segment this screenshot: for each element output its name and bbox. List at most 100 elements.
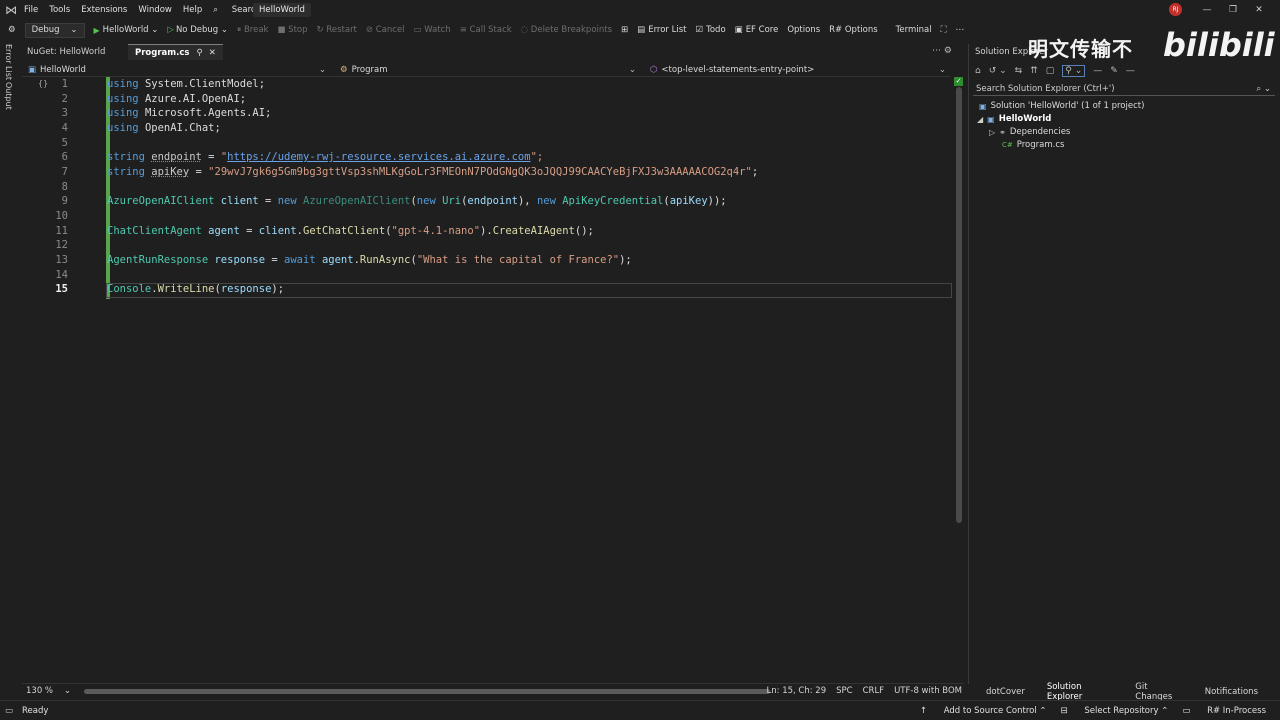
code-line: using Microsoft.Agents.AI; xyxy=(107,107,271,119)
menu-window[interactable]: Window xyxy=(138,5,172,15)
argument: apiKey xyxy=(669,195,708,207)
type-name: Console xyxy=(107,283,152,295)
options-button[interactable]: Options xyxy=(787,25,820,35)
chevron-down-icon: ⌄ xyxy=(151,25,159,35)
tab-dotcover[interactable]: dotCover xyxy=(986,687,1025,697)
keyword: string xyxy=(107,151,145,163)
show-all-files-icon[interactable]: ▢ xyxy=(1046,66,1055,76)
file-encoding[interactable]: UTF-8 with BOM xyxy=(894,686,962,696)
break-button[interactable]: ⏸ Break xyxy=(237,25,268,35)
cancel-button[interactable]: ⊘ Cancel xyxy=(366,25,405,35)
terminal-label: Terminal xyxy=(895,25,932,35)
tree-project-node[interactable]: ◢ ▣ HelloWorld xyxy=(977,114,1051,124)
history-icon[interactable]: ↺ ⌄ xyxy=(989,66,1007,76)
sync-icon[interactable]: ⇆ xyxy=(1015,66,1023,76)
solution-search-input[interactable]: Search Solution Explorer (Ctrl+') ⌕ ⌄ xyxy=(973,82,1275,96)
close-tab-icon[interactable]: ✕ xyxy=(209,48,216,58)
argument: response xyxy=(220,283,272,295)
delete-breakpoints-button[interactable]: ◌ Delete Breakpoints xyxy=(521,25,612,35)
member-dropdown[interactable]: ⬡ <top-level-statements-entry-point> ⌄ xyxy=(644,62,950,77)
menu-extensions[interactable]: Extensions xyxy=(81,5,127,15)
tab-program-cs[interactable]: Program.cs ⚲ ✕ xyxy=(128,44,223,60)
line-number: 11 xyxy=(55,225,68,237)
avatar[interactable]: RJ xyxy=(1169,3,1182,16)
rsharp-status[interactable]: ▭ R# In-Process xyxy=(1182,706,1266,716)
select-repository-button[interactable]: ⊟ Select Repository ⌃ xyxy=(1061,706,1169,716)
tree-solution-node[interactable]: ▣ Solution 'HelloWorld' (1 of 1 project) xyxy=(979,101,1144,111)
zoom-label: 130 % xyxy=(26,686,54,696)
project-dropdown[interactable]: ▣ HelloWorld ⌄ xyxy=(22,62,330,77)
collapse-all-icon[interactable]: ⇈ xyxy=(1030,66,1038,76)
watch-button[interactable]: ▭ Watch xyxy=(414,25,451,35)
solution-label: Solution 'HelloWorld' (1 of 1 project) xyxy=(990,101,1145,111)
restore-icon[interactable]: ❐ xyxy=(1220,5,1246,15)
whitespace-mode[interactable]: SPC xyxy=(836,686,852,696)
error-list-icon: ▤ xyxy=(637,25,646,35)
ef-core-button[interactable]: ▣ EF Core xyxy=(735,25,779,35)
todo-icon: ☑ xyxy=(695,25,704,35)
code-line: using OpenAI.Chat; xyxy=(107,122,221,134)
code-line: using System.ClientModel; xyxy=(107,78,265,90)
start-without-debugging-button[interactable]: ▷ No Debug ⌄ xyxy=(167,25,228,35)
tree-file-node[interactable]: C# Program.cs xyxy=(1002,140,1064,150)
editor-vertical-scrollbar[interactable]: ✓ xyxy=(954,77,964,683)
menu-help[interactable]: Help xyxy=(183,5,202,15)
tab-solution-explorer[interactable]: Solution Explorer xyxy=(1047,682,1113,702)
error-list-button[interactable]: ▤ Error List xyxy=(637,25,686,35)
cursor-position[interactable]: Ln: 15, Ch: 29 xyxy=(767,686,827,696)
visual-studio-logo-icon[interactable]: ⋈ xyxy=(5,3,19,17)
tab-overflow-icon[interactable]: ⋯ ⚙ xyxy=(932,46,952,56)
zoom-dropdown[interactable]: 130 % ⌄ xyxy=(26,686,71,696)
terminal-button[interactable]: Terminal xyxy=(896,25,932,35)
start-button[interactable]: ▶ HelloWorld ⌄ xyxy=(94,25,159,35)
pin-icon[interactable]: ⚲ xyxy=(196,48,202,58)
search-placeholder: Search Solution Explorer (Ctrl+') xyxy=(976,84,1115,94)
solution-explorer-toolbar: ⌂ ↺ ⌄ ⇆ ⇈ ▢ ⚲ ⌄ — ✎ — xyxy=(975,64,1143,78)
r-options-button[interactable]: R# Options xyxy=(829,25,878,35)
close-icon[interactable]: ✕ xyxy=(1246,5,1272,15)
tree-dependencies-node[interactable]: ▷ ⚭ Dependencies xyxy=(989,127,1070,137)
status-bar: ▭ Ready ↑ Add to Source Control ⌃ ⊟ Sele… xyxy=(0,700,1280,720)
overflow-icon[interactable]: ⋯ xyxy=(956,25,965,35)
todo-button[interactable]: ☑ Todo xyxy=(695,25,725,35)
scrollbar-thumb[interactable] xyxy=(956,87,962,523)
output-side-tab[interactable]: Output xyxy=(4,82,13,110)
solution-config-icon[interactable]: ⊞ xyxy=(621,25,628,35)
search-icon: ⌕ xyxy=(213,5,219,15)
overflow-icon[interactable]: — xyxy=(1126,66,1135,76)
add-to-source-control-button[interactable]: ↑ Add to Source Control ⌃ xyxy=(920,706,1047,716)
restart-button[interactable]: ↻ Restart xyxy=(317,25,357,35)
variable: agent xyxy=(208,225,240,237)
class-icon: ⚙ xyxy=(340,64,348,75)
properties-icon[interactable]: — xyxy=(1093,66,1102,76)
solution-name-badge[interactable]: HelloWorld xyxy=(253,3,311,17)
error-list-side-tab[interactable]: Error List xyxy=(4,44,13,80)
collapsed-arrow-icon[interactable]: ▷ xyxy=(989,128,995,137)
expanded-arrow-icon[interactable]: ◢ xyxy=(977,115,983,124)
config-dropdown[interactable]: Debug ⌄ xyxy=(24,22,85,38)
type-dropdown[interactable]: ⚙ Program ⌄ xyxy=(334,62,640,77)
tab-git-changes[interactable]: Git Changes xyxy=(1135,682,1183,702)
url-link[interactable]: https://udemy-rwj-resource.services.ai.a… xyxy=(227,151,530,163)
search-icon[interactable]: ⌕ ⌄ xyxy=(1256,82,1271,96)
fullscreen-icon[interactable]: ⛶ xyxy=(941,25,947,35)
code-editor[interactable]: {} 1 2 3 4 5 6 7 8 9 10 11 12 13 14 15 u… xyxy=(22,77,954,683)
menu-tools[interactable]: Tools xyxy=(49,5,70,15)
tab-notifications[interactable]: Notifications xyxy=(1205,687,1258,697)
filter-icon[interactable]: ⚲ ⌄ xyxy=(1062,65,1086,77)
menu-file[interactable]: File xyxy=(24,5,38,15)
select-repo-label: Select Repository xyxy=(1084,706,1159,716)
wrench-icon[interactable]: ✎ xyxy=(1110,66,1118,76)
call-stack-button[interactable]: ≡ Call Stack xyxy=(460,25,512,35)
line-ending[interactable]: CRLF xyxy=(863,686,884,696)
editor-horizontal-scrollbar[interactable] xyxy=(84,689,770,694)
window-controls: — ❐ ✕ xyxy=(1194,0,1272,20)
stop-button[interactable]: ■ Stop xyxy=(277,25,307,35)
build-icon[interactable]: ⚙ xyxy=(8,25,16,35)
home-icon[interactable]: ⌂ xyxy=(975,66,981,76)
minimize-icon[interactable]: — xyxy=(1194,5,1220,15)
namespace: System.ClientModel; xyxy=(144,78,266,90)
no-issues-check-icon[interactable]: ✓ xyxy=(954,77,963,86)
tab-nuget-helloworld[interactable]: NuGet: HelloWorld xyxy=(20,44,125,60)
navigation-bar: ▣ HelloWorld ⌄ ⚙ Program ⌄ ⬡ <top-level-… xyxy=(22,62,950,77)
